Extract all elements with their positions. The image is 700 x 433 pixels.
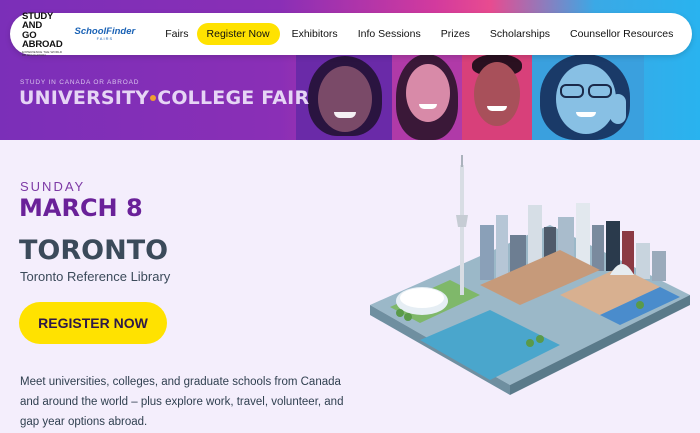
top-navbar: STUDY AND GO ABROAD EXPERIENCE THE WORLD… [10,10,693,57]
nav-register-now[interactable]: Register Now [196,23,280,45]
nav-exhibitors[interactable]: Exhibitors [292,28,338,40]
event-day: SUNDAY [20,179,86,194]
schoolfinder-logo[interactable]: SchoolFinder FAIRS [75,27,136,42]
nav-links: Fairs Register Now Exhibitors Info Sessi… [165,23,693,45]
logo-line1: STUDY AND [22,10,54,31]
banner-subtitle: STUDY IN CANADA OR ABROAD [20,79,140,86]
student-photo-3 [462,54,532,140]
register-now-button[interactable]: REGISTER NOW [19,302,167,344]
banner-title-part1: UNIVERSITY [19,87,150,109]
nav-fairs[interactable]: Fairs [165,28,188,40]
event-city: TORONTO [19,235,169,266]
event-date: MARCH 8 [19,194,143,222]
nav-prizes[interactable]: Prizes [441,28,470,40]
event-venue: Toronto Reference Library [20,269,171,284]
title-dot-icon [150,95,157,101]
logo-tagline: EXPERIENCE THE WORLD OF EDUCATION [22,49,63,57]
banner-title-part2: COLLEGE FAIR [157,87,310,109]
schoolfinder-name: SchoolFinder [74,25,136,37]
schoolfinder-sub: FAIRS [96,36,114,42]
nav-info-sessions[interactable]: Info Sessions [358,28,421,40]
study-go-abroad-logo[interactable]: STUDY AND GO ABROAD EXPERIENCE THE WORLD… [22,10,63,57]
student-photo-1 [296,54,392,140]
nav-scholarships[interactable]: Scholarships [490,28,550,40]
event-description: Meet universities, colleges, and graduat… [20,376,344,428]
nav-counsellor-resources[interactable]: Counsellor Resources [570,28,673,40]
student-photo-4 [532,54,644,140]
logo-line2: GO ABROAD [22,29,63,50]
student-photo-2 [392,54,462,140]
banner-title: UNIVERSITY COLLEGE FAIR [19,87,309,109]
toronto-city-illustration [370,155,690,395]
